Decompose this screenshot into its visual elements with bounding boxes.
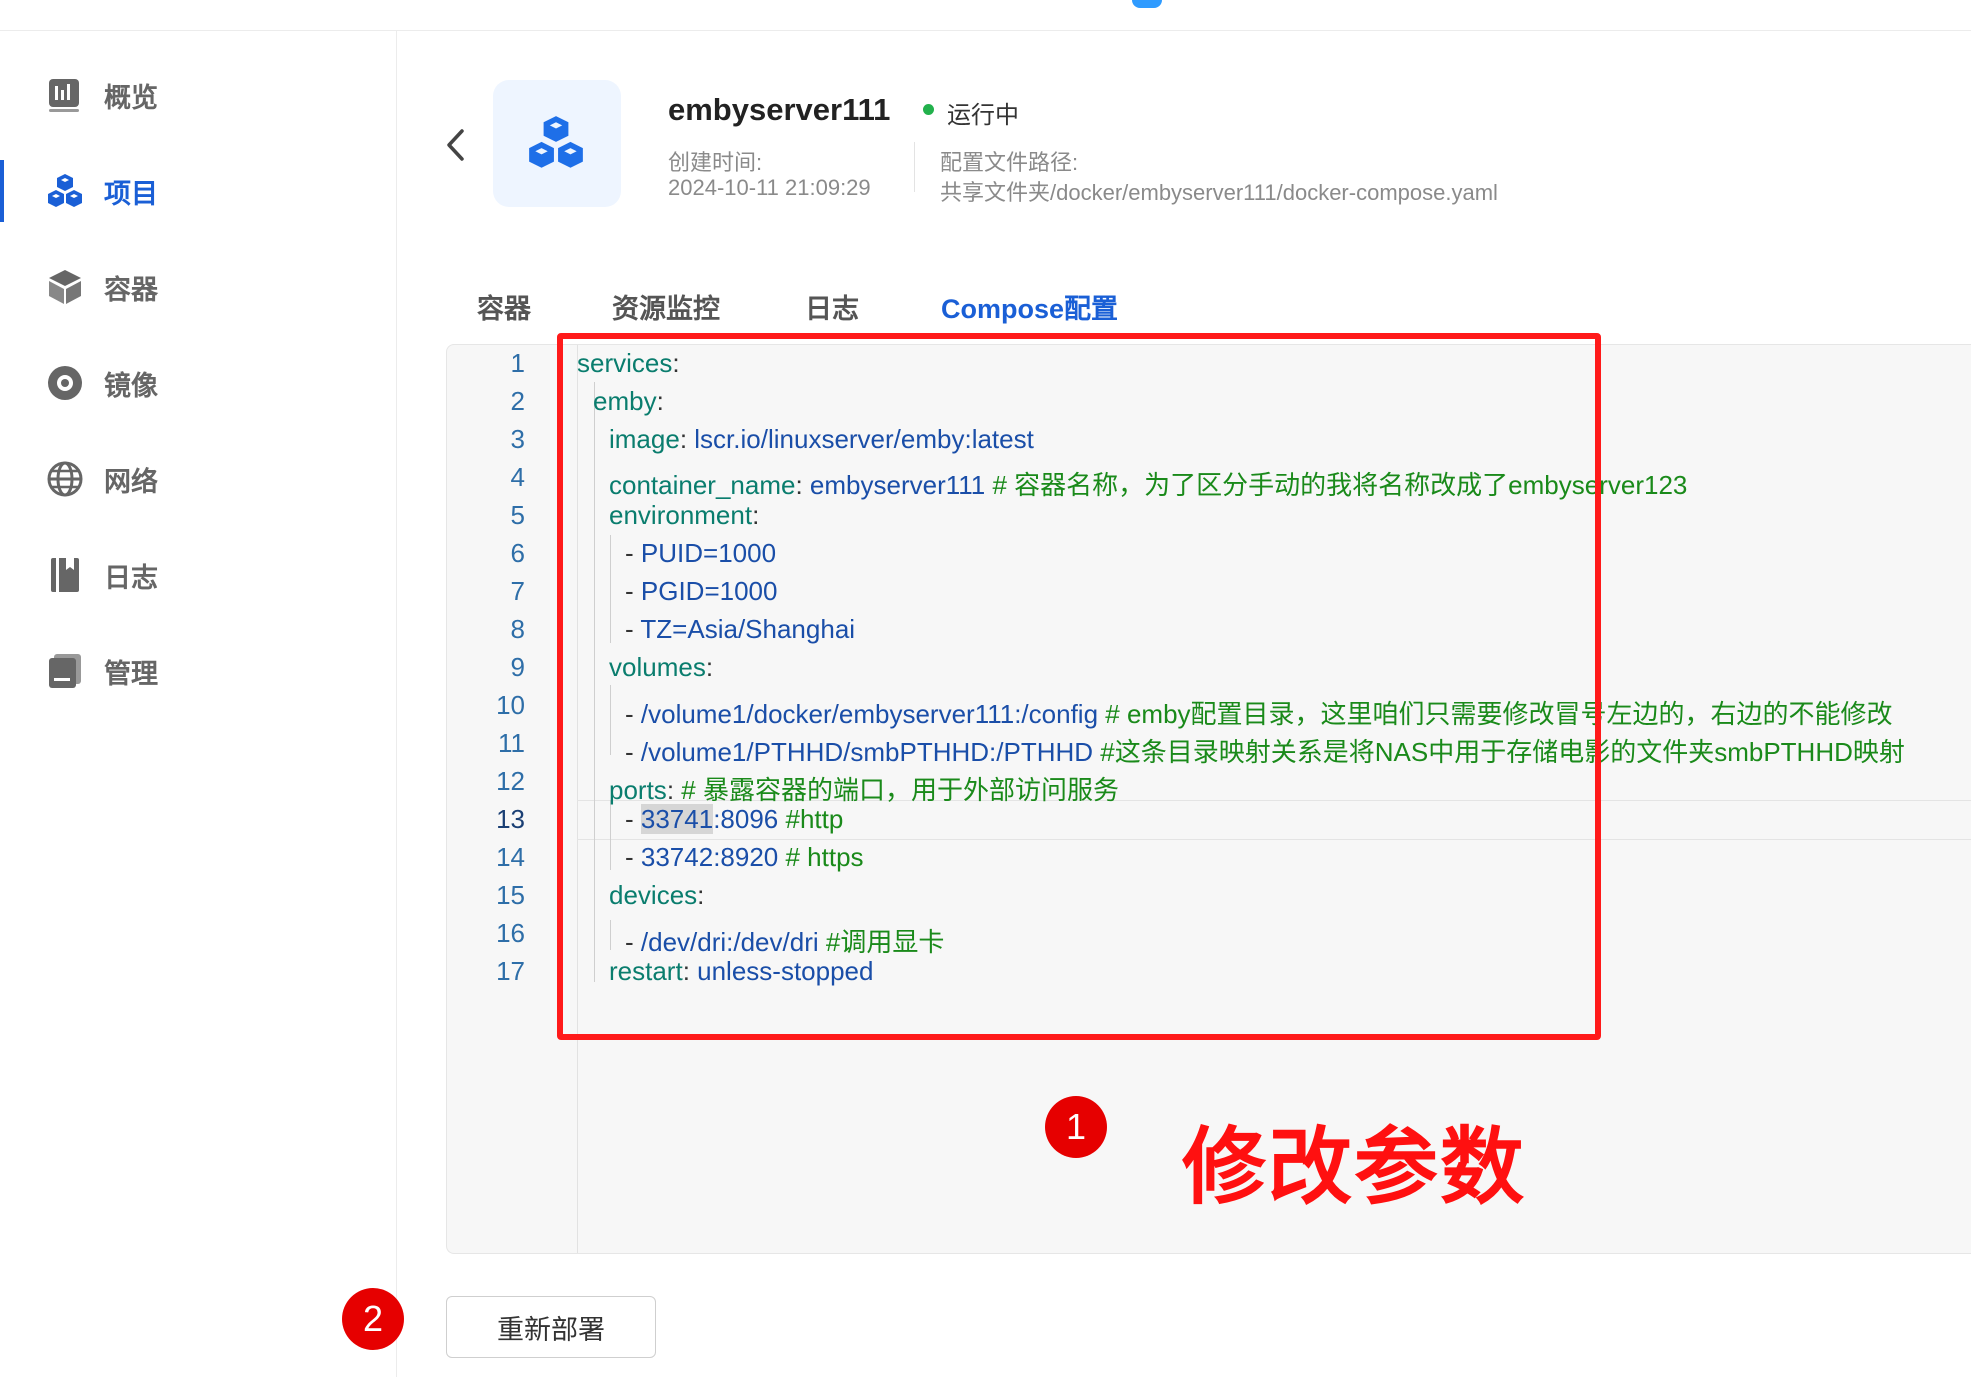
- line-number: 3: [510, 424, 525, 454]
- annotation-text: 修改参数: [1182, 1120, 1527, 1214]
- sidebar: 概览 项目 容器 镜像 网络 日志 管理: [0, 31, 397, 1377]
- project-name: embyserver111: [668, 92, 891, 127]
- top-bar: [0, 0, 1971, 31]
- project-icon: [493, 80, 621, 207]
- manage-icon: [49, 654, 81, 688]
- container-icon: [49, 270, 81, 304]
- back-chevron-icon[interactable]: [440, 125, 470, 165]
- sidebar-item-label: 日志: [104, 562, 158, 593]
- status-indicator: [923, 104, 934, 115]
- disc-icon: [48, 366, 82, 400]
- sidebar-item-overview[interactable]: 概览: [0, 60, 395, 130]
- tab-containers[interactable]: 容器: [477, 287, 531, 326]
- line-number: 1: [510, 348, 525, 378]
- line-number: 11: [498, 728, 525, 758]
- created-value: 2024-10-11 21:09:29: [668, 175, 871, 200]
- sidebar-item-manage[interactable]: 管理: [0, 636, 395, 706]
- top-bar-indicator: [1132, 0, 1162, 8]
- config-path-value: 共享文件夹/docker/embyserver111/docker-compos…: [940, 180, 1498, 205]
- cubes-icon: [529, 116, 583, 168]
- line-number: 6: [510, 538, 525, 568]
- annotation-badge-1: 1: [1045, 1096, 1107, 1158]
- redeploy-button[interactable]: 重新部署: [446, 1296, 656, 1358]
- tab-compose-config[interactable]: Compose配置: [941, 287, 1118, 326]
- sidebar-item-label: 项目: [104, 178, 158, 209]
- sidebar-item-label: 概览: [104, 82, 158, 113]
- globe-icon: [47, 461, 83, 497]
- annotation-highlight-box: [557, 333, 1601, 1040]
- line-number: 15: [496, 880, 525, 910]
- status-badge: 运行中: [947, 102, 1019, 129]
- dashboard-icon: [49, 79, 79, 112]
- sidebar-item-label: 管理: [104, 658, 158, 689]
- sidebar-item-network[interactable]: 网络: [0, 444, 395, 514]
- line-number: 5: [510, 500, 525, 530]
- sidebar-item-logs[interactable]: 日志: [0, 540, 395, 610]
- sidebar-item-label: 容器: [104, 274, 158, 305]
- line-number: 16: [496, 918, 525, 948]
- sidebar-item-label: 镜像: [104, 370, 158, 401]
- created-label: 创建时间:: [668, 150, 763, 175]
- line-number: 14: [496, 842, 525, 872]
- line-number: 8: [510, 614, 525, 644]
- line-number: 13: [496, 804, 525, 834]
- cubes-icon: [48, 174, 82, 207]
- book-icon: [51, 558, 79, 592]
- annotation-badge-2: 2: [342, 1288, 404, 1350]
- line-number: 12: [496, 766, 525, 796]
- line-number: 9: [510, 652, 525, 682]
- tab-resource-monitor[interactable]: 资源监控: [612, 287, 720, 326]
- line-number: 4: [510, 462, 525, 492]
- sidebar-item-projects[interactable]: 项目: [0, 156, 395, 226]
- meta-divider: [914, 142, 915, 192]
- line-number: 10: [496, 690, 525, 720]
- sidebar-item-images[interactable]: 镜像: [0, 348, 395, 418]
- sidebar-item-containers[interactable]: 容器: [0, 252, 395, 322]
- tab-logs[interactable]: 日志: [805, 287, 859, 326]
- sidebar-item-label: 网络: [104, 466, 158, 497]
- config-path-label: 配置文件路径:: [940, 150, 1079, 175]
- line-number: 2: [510, 386, 525, 416]
- line-number: 17: [496, 956, 525, 986]
- line-number: 7: [510, 576, 525, 606]
